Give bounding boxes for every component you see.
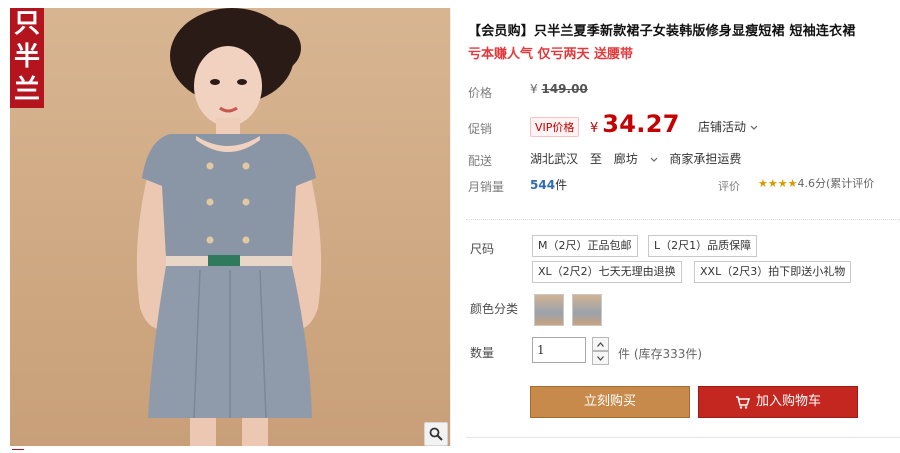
stock-info: 件 (库存333件): [618, 345, 702, 362]
promo-label: 促销: [468, 122, 493, 136]
stock-text: (库存333件): [633, 347, 703, 361]
product-main-image[interactable]: 只 半 兰: [10, 8, 451, 446]
product-info-panel: 【会员购】只半兰夏季新款裙子女装韩版修身显瘦短裙 短袖连衣裙 亏本赚人气 仅亏两…: [466, 0, 900, 453]
vip-price-badge: VIP价格: [530, 117, 580, 137]
star-icons: ★★★★: [758, 177, 798, 190]
monthly-sales: 544件: [530, 176, 567, 193]
chevron-down-icon: [597, 355, 604, 361]
color-label: 颜色分类: [470, 302, 519, 316]
brand-logo: 只 半 兰: [10, 8, 44, 108]
monthly-sales-label: 月销量: [468, 180, 505, 194]
vip-price-value: 34.27: [602, 110, 680, 138]
price-panel: 价格 ¥ 149.00 促销 VIP价格 ¥34.27 店铺活动 配送 湖北武汉…: [466, 70, 900, 202]
product-subtitle: 亏本赚人气 仅亏两天 送腰带: [468, 47, 634, 62]
thumbnail-strip: [10, 447, 450, 453]
product-title: 【会员购】只半兰夏季新款裙子女装韩版修身显瘦短裙 短袖连衣裙: [468, 24, 856, 39]
vip-currency-symbol: ¥: [590, 121, 599, 136]
ship-to-word: 至: [589, 152, 602, 166]
size-label: 尺码: [470, 242, 495, 256]
add-to-cart-label: 加入购物车: [755, 394, 821, 409]
rating-stars[interactable]: ★★★★4.6分(累计评价: [758, 175, 874, 191]
add-to-cart-button[interactable]: 加入购物车: [698, 386, 858, 418]
quantity-label: 数量: [470, 346, 495, 360]
sales-count: 544: [530, 178, 556, 192]
store-activity-label: 店铺活动: [698, 120, 747, 134]
ship-destination: 廊坊: [613, 152, 638, 166]
original-price: ¥ 149.00: [530, 82, 588, 96]
currency-symbol: ¥: [530, 82, 538, 96]
original-price-value: 149.00: [541, 82, 588, 96]
shipping-label: 配送: [468, 154, 493, 168]
magnifier-icon: [429, 427, 443, 441]
section-divider: [466, 219, 900, 220]
cart-icon: [735, 395, 750, 409]
store-activity-dropdown[interactable]: 店铺活动: [698, 118, 758, 135]
size-option-l[interactable]: L（2尺1）品质保障: [648, 235, 758, 257]
price-label: 价格: [468, 86, 493, 100]
bottom-divider: [466, 437, 900, 438]
size-option-m[interactable]: M（2尺）正品包邮: [532, 235, 638, 257]
quantity-input[interactable]: [532, 337, 586, 363]
sales-unit: 件: [555, 178, 568, 192]
model-photo: [136, 8, 322, 446]
zoom-button[interactable]: [424, 422, 448, 446]
size-option-xl[interactable]: XL（2尺2）七天无理由退换: [532, 261, 682, 283]
chevron-down-icon: [750, 125, 758, 130]
rating-label: 评价: [718, 180, 740, 193]
vip-price: ¥34.27: [590, 110, 680, 138]
buy-now-button[interactable]: 立刻购买: [530, 386, 690, 418]
size-option-xxl[interactable]: XXL（2尺3）拍下即送小礼物: [694, 261, 852, 283]
rating-text: 4.6分(累计评价: [797, 177, 875, 190]
shipping-info: 湖北武汉 至 廊坊 商家承担运费: [530, 150, 749, 167]
color-option-2[interactable]: [572, 294, 602, 326]
ship-from: 湖北武汉: [530, 152, 579, 166]
quantity-decrease-button[interactable]: [592, 351, 609, 365]
qty-unit: 件: [618, 347, 631, 361]
chevron-up-icon: [597, 341, 604, 347]
chevron-down-icon: [650, 157, 657, 162]
shipping-fee: 商家承担运费: [669, 152, 742, 166]
color-option-1[interactable]: [534, 294, 564, 326]
ship-destination-select[interactable]: 廊坊: [614, 152, 658, 166]
quantity-increase-button[interactable]: [592, 337, 609, 351]
